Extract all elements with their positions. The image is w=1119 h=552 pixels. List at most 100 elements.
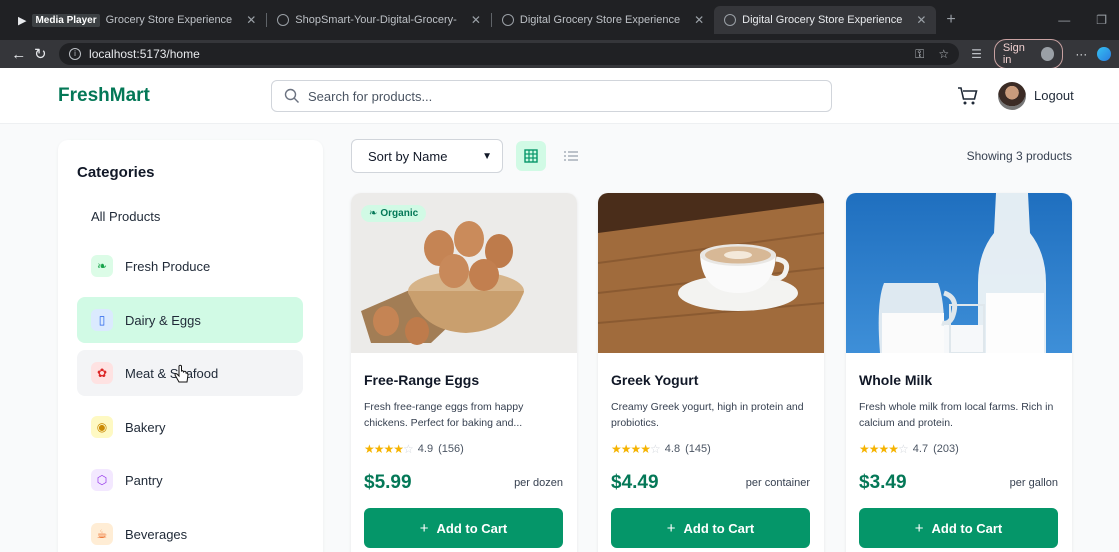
rating-value: 4.9 <box>417 443 434 455</box>
url-field[interactable]: i localhost:5173/home ⚿ ☆ <box>59 43 960 65</box>
category-label: Beverages <box>125 526 188 542</box>
category-label: Dairy & Eggs <box>125 312 201 328</box>
more-options-icon[interactable]: ··· <box>1075 47 1087 61</box>
review-count: (203) <box>933 443 959 455</box>
leaf-icon: ❧ <box>369 208 378 219</box>
product-image-greek-yogurt[interactable] <box>598 193 824 353</box>
category-pantry[interactable]: ⬡ Pantry <box>77 457 303 503</box>
product-name[interactable]: Free-Range Eggs <box>364 372 479 388</box>
media-player-label: Media Player <box>32 13 100 27</box>
tab-label: Digital Grocery Store Experience <box>519 14 681 26</box>
grid-view-button[interactable] <box>516 141 546 171</box>
product-rating: ★★★★☆ 4.8 (145) <box>611 442 711 456</box>
media-player-icon: ▶ <box>18 14 27 27</box>
app-header: FreshMart Logout <box>0 68 1119 124</box>
product-price: $5.99 <box>364 472 412 493</box>
category-beverages[interactable]: ☕ Beverages <box>77 511 303 552</box>
product-description: Creamy Greek yogurt, high in protein and… <box>611 401 804 429</box>
star-rating-icon: ★★★★☆ <box>364 442 414 456</box>
copilot-icon[interactable] <box>1097 47 1111 61</box>
category-all-products[interactable]: All Products <box>77 193 303 239</box>
close-tab-icon[interactable]: ✕ <box>471 13 481 27</box>
product-card-whole-milk[interactable]: Whole Milk Fresh whole milk from local f… <box>846 193 1072 552</box>
browser-tab-2[interactable]: ShopSmart-Your-Digital-Grocery- ✕ <box>267 6 491 34</box>
star-rating-icon: ★★★★☆ <box>859 442 909 456</box>
milk-bottle-icon: ▯ <box>91 309 113 331</box>
star-rating-icon: ★★★★☆ <box>611 442 661 456</box>
minimize-icon[interactable]: — <box>1058 13 1070 27</box>
browser-address-bar: ← ↻ i localhost:5173/home ⚿ ☆ ☰ Sign in … <box>0 39 1119 69</box>
product-name[interactable]: Whole Milk <box>859 372 932 388</box>
profile-avatar-icon <box>1040 47 1055 61</box>
product-name[interactable]: Greek Yogurt <box>611 372 698 388</box>
sign-in-button[interactable]: Sign in <box>993 39 1064 69</box>
product-rating: ★★★★☆ 4.9 (156) <box>364 442 464 456</box>
logo[interactable]: FreshMart <box>58 85 150 107</box>
close-tab-icon[interactable]: ✕ <box>694 13 704 27</box>
list-icon <box>564 151 578 161</box>
cart-icon[interactable] <box>957 86 979 106</box>
sort-select-value: Sort by Name <box>368 148 448 164</box>
product-rating: ★★★★☆ 4.7 (203) <box>859 442 959 456</box>
favorites-icon[interactable]: ☰ <box>971 47 982 61</box>
refresh-icon[interactable]: ↻ <box>30 45 52 63</box>
category-sidebar: Categories All Products ❧ Fresh Produce … <box>58 140 323 552</box>
sort-select[interactable]: Sort by Name ▼ <box>351 139 503 173</box>
category-dairy-eggs[interactable]: ▯ Dairy & Eggs <box>77 297 303 343</box>
product-description: Fresh free-range eggs from happy chicken… <box>364 401 524 429</box>
product-price: $4.49 <box>611 472 659 493</box>
sign-in-label: Sign in <box>1002 42 1025 66</box>
browser-tab-1[interactable]: ▶ Media Player Grocery Store Experience … <box>8 6 266 34</box>
star-icon[interactable]: ☆ <box>938 47 949 62</box>
browser-tab-4-active[interactable]: Digital Grocery Store Experience ✕ <box>714 6 937 34</box>
category-label: Meat & Seafood <box>125 365 219 381</box>
organic-badge: ❧ Organic <box>361 205 427 222</box>
browser-tab-3[interactable]: Digital Grocery Store Experience ✕ <box>492 6 714 34</box>
list-view-button[interactable] <box>556 141 586 171</box>
add-to-cart-label: Add to Cart <box>931 520 1003 536</box>
new-tab-icon[interactable]: + <box>946 11 955 29</box>
rating-value: 4.8 <box>664 443 681 455</box>
close-tab-icon[interactable]: ✕ <box>916 13 926 27</box>
tab-label: ShopSmart-Your-Digital-Grocery- <box>295 14 457 26</box>
plus-icon: + <box>666 519 676 537</box>
add-to-cart-button[interactable]: + Add to Cart <box>859 508 1058 548</box>
product-description: Fresh whole milk from local farms. Rich … <box>859 401 1054 429</box>
milk-image <box>846 193 1072 353</box>
category-label: Bakery <box>125 419 166 435</box>
category-fresh-produce[interactable]: ❧ Fresh Produce <box>77 243 303 289</box>
fish-icon: ✿ <box>91 362 113 384</box>
github-icon <box>277 14 290 26</box>
add-to-cart-label: Add to Cart <box>436 520 508 536</box>
chevron-down-icon: ▼ <box>482 150 492 162</box>
category-label: Fresh Produce <box>125 258 211 274</box>
logout-button[interactable]: Logout <box>1034 88 1074 103</box>
window-controls: — ❐ <box>1058 13 1119 27</box>
back-icon[interactable]: ← <box>8 46 30 63</box>
badge-label: Organic <box>380 208 419 219</box>
category-bakery[interactable]: ◉ Bakery <box>77 404 303 450</box>
user-avatar[interactable] <box>998 82 1026 110</box>
add-to-cart-button[interactable]: + Add to Cart <box>364 508 563 548</box>
search-input[interactable] <box>308 88 808 104</box>
key-icon[interactable]: ⚿ <box>915 47 924 62</box>
product-image-eggs[interactable]: ❧ Organic <box>351 193 577 353</box>
grid-icon <box>524 149 538 163</box>
globe-icon <box>724 14 737 26</box>
product-card-eggs[interactable]: ❧ Organic Free-Range Eggs Fresh free-ran… <box>351 193 577 552</box>
add-to-cart-button[interactable]: + Add to Cart <box>611 508 810 548</box>
review-count: (156) <box>438 443 464 455</box>
product-card-greek-yogurt[interactable]: Greek Yogurt Creamy Greek yogurt, high i… <box>598 193 824 552</box>
review-count: (145) <box>685 443 711 455</box>
product-count: Showing 3 products <box>966 149 1072 163</box>
restore-icon[interactable]: ❐ <box>1096 13 1107 27</box>
close-tab-icon[interactable]: ✕ <box>246 13 256 27</box>
product-unit: per container <box>745 477 810 489</box>
product-unit: per gallon <box>1009 477 1058 489</box>
product-price: $3.49 <box>859 472 907 493</box>
search-icon <box>284 88 299 103</box>
info-icon[interactable]: i <box>69 48 82 60</box>
search-bar[interactable] <box>271 80 832 112</box>
product-image-whole-milk[interactable] <box>846 193 1072 353</box>
tab-label: Grocery Store Experience <box>105 14 233 26</box>
